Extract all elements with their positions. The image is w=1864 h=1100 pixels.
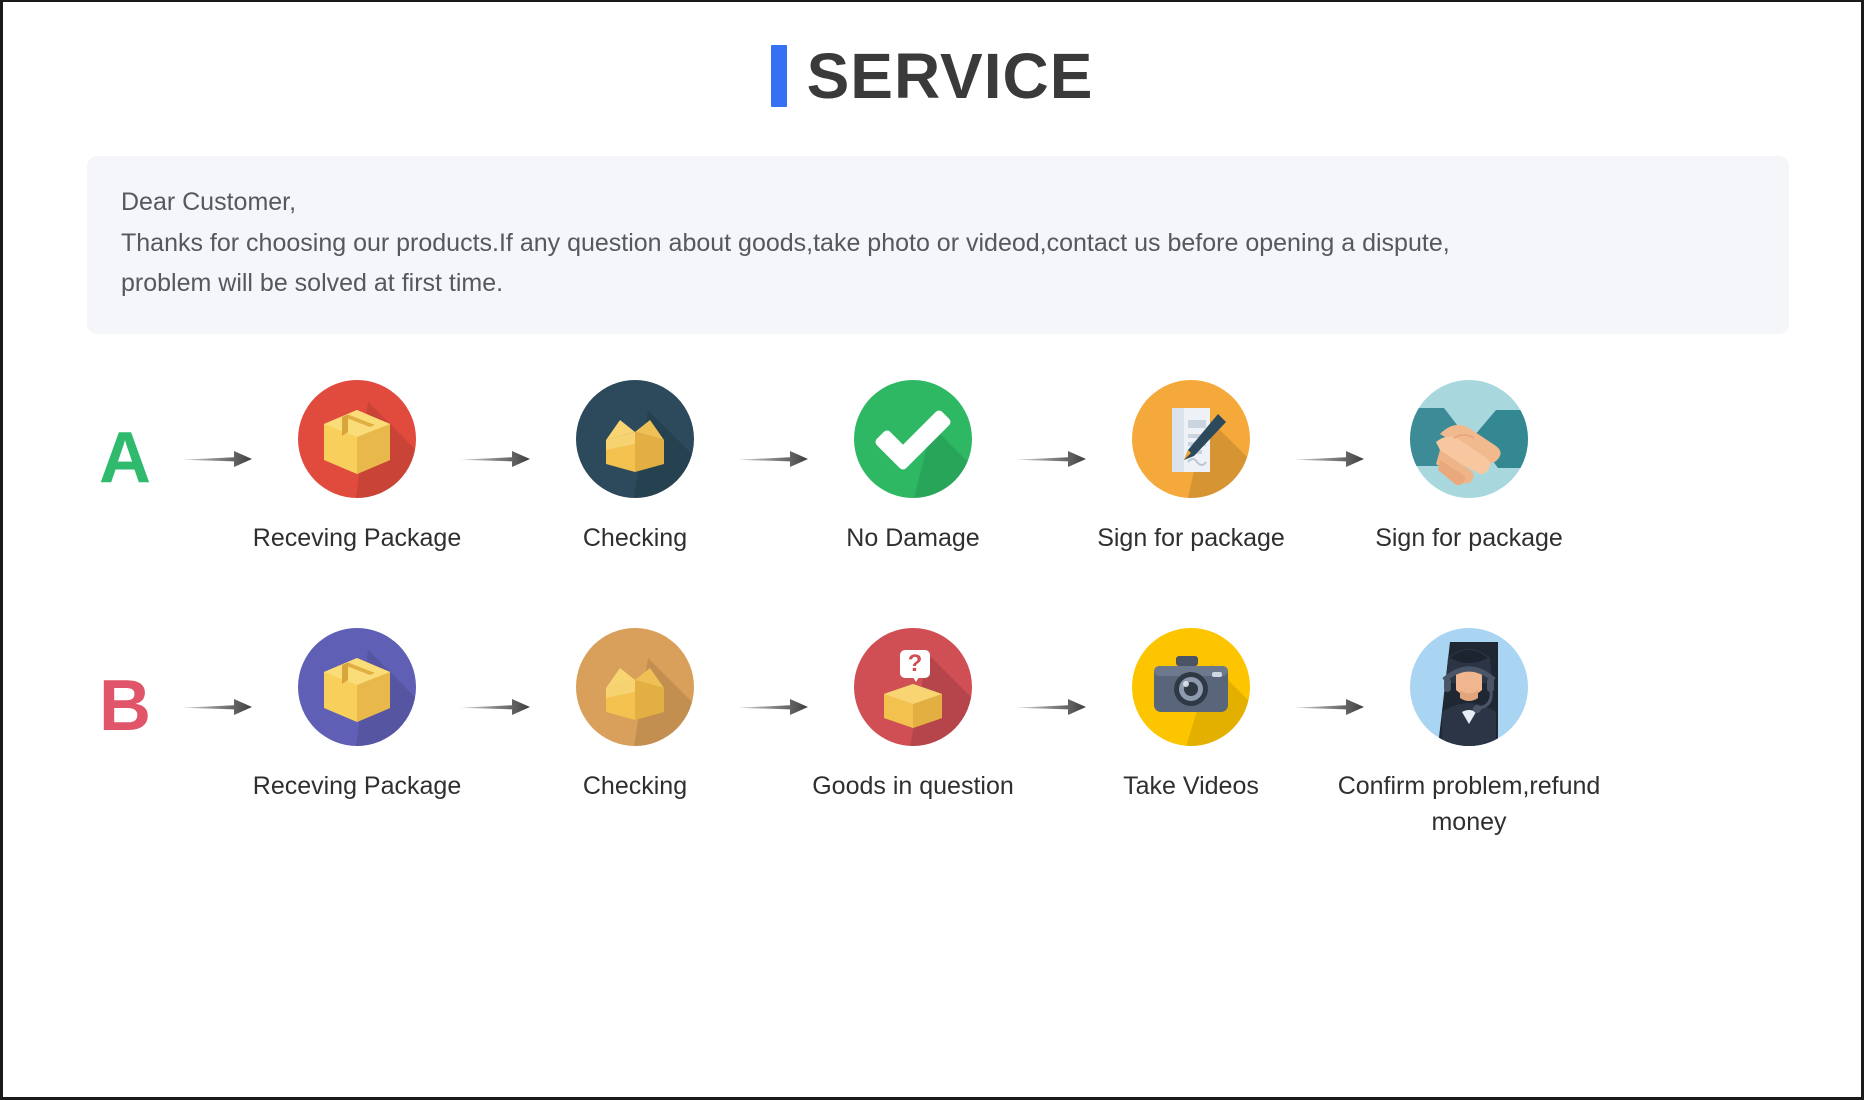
checkmark-icon [854, 379, 972, 498]
notice-line-1: Dear Customer, [121, 188, 297, 216]
right-arrow-icon [733, 448, 815, 470]
open-box-icon [576, 379, 694, 498]
question-box-icon: ? [854, 627, 972, 746]
package-box-icon [298, 379, 416, 498]
flow-step-label: Goods in question [812, 771, 1014, 800]
flow-step: Sign for package [1093, 379, 1289, 556]
flow-step: Take Videos [1093, 627, 1289, 804]
title-accent-bar [770, 45, 787, 107]
right-arrow-icon [1011, 696, 1093, 718]
flow-row-a: A Receving Package Checking No Damage Si… [3, 379, 1861, 556]
flow-step: Confirm problem,refund money [1338, 627, 1600, 841]
flow-step-label: Confirm problem,refund money [1337, 771, 1601, 836]
page-title-text: SERVICE [806, 40, 1094, 112]
flow-step-label: Take Videos [1123, 771, 1259, 800]
flow-step: No Damage [815, 379, 1011, 556]
handshake-icon [1410, 379, 1528, 498]
flow-letter-b: B [99, 665, 151, 746]
flow-row-b: B Receving Package Checking ? Goods in q… [3, 627, 1861, 841]
flow-step-label: No Damage [846, 523, 980, 552]
service-page: SERVICE Dear Customer, Thanks for choosi… [0, 0, 1864, 1100]
package-box-icon [298, 627, 416, 746]
flow-step-label: Checking [582, 771, 688, 800]
document-pen-icon [1132, 379, 1250, 498]
flow-step: Sign for package [1371, 379, 1567, 556]
flow-step: Receving Package [253, 627, 461, 804]
right-arrow-icon [1289, 448, 1371, 470]
right-arrow-icon [1289, 696, 1371, 718]
open-box-icon [576, 627, 694, 746]
flow-step: Receving Package [253, 379, 461, 556]
page-title: SERVICE [3, 2, 1861, 108]
camera-icon [1132, 627, 1250, 746]
flow-step-label: Sign for package [1097, 523, 1285, 552]
flow-step-label: Receving Package [252, 771, 462, 800]
notice-line-2: Thanks for choosing our products.If any … [121, 228, 1450, 257]
flow-step-label: Receving Package [252, 523, 462, 552]
flow-step: Checking [537, 627, 733, 804]
flow-step-label: Sign for package [1375, 523, 1563, 552]
customer-notice-box: Dear Customer, Thanks for choosing our p… [87, 156, 1789, 334]
notice-line-3: problem will be solved at first time. [121, 269, 504, 297]
flow-step: ? Goods in question [812, 627, 1014, 804]
flow-step-label: Checking [582, 523, 688, 552]
right-arrow-icon [455, 448, 537, 470]
right-arrow-icon [177, 696, 259, 718]
right-arrow-icon [1011, 448, 1093, 470]
svg-text:?: ? [908, 650, 923, 677]
right-arrow-icon [177, 448, 259, 470]
support-agent-icon [1410, 627, 1528, 746]
right-arrow-icon [455, 696, 537, 718]
flow-step: Checking [537, 379, 733, 556]
right-arrow-icon [733, 696, 815, 718]
flow-letter-a: A [99, 417, 151, 498]
